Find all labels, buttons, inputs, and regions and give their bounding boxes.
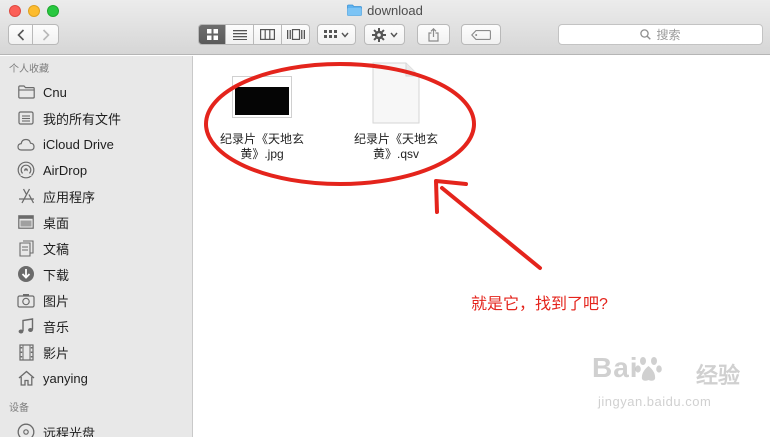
sidebar-item-label: iCloud Drive xyxy=(43,136,114,152)
sidebar-item-label: 影片 xyxy=(43,345,70,361)
sidebar-item-label: 桌面 xyxy=(43,215,70,231)
film-icon xyxy=(17,343,35,361)
cover-flow-icon xyxy=(286,29,305,40)
icon-view-button[interactable] xyxy=(198,24,226,45)
sidebar-item-label: 我的所有文件 xyxy=(43,111,122,127)
sidebar-item-all-files[interactable]: 我的所有文件 xyxy=(0,106,192,130)
chevron-right-icon xyxy=(42,28,50,41)
sidebar-item-label: 远程光盘 xyxy=(43,425,96,437)
sidebar-item-label: 文稿 xyxy=(43,241,70,257)
devices-header: 设备 xyxy=(9,403,29,414)
sidebar-item-cnu[interactable]: Cnu xyxy=(0,80,192,104)
watermark-url: jingyan.baidu.com xyxy=(598,394,712,409)
folder-icon xyxy=(347,4,363,16)
file-name: 纪录片《天地玄 黄》.jpg xyxy=(218,132,306,162)
share-icon xyxy=(428,27,439,42)
favorites-header: 个人收藏 xyxy=(9,64,49,75)
baidu-watermark: Bai 经验 jingyan.baidu.com xyxy=(592,352,762,422)
edit-tags-button[interactable] xyxy=(461,24,501,45)
arrange-grid-icon xyxy=(324,29,337,38)
file-item-jpg[interactable]: 纪录片《天地玄 黄》.jpg xyxy=(218,70,306,170)
sidebar-item-documents[interactable]: 文稿 xyxy=(0,236,192,260)
cloud-icon xyxy=(17,135,35,153)
sidebar-item-desktop[interactable]: 桌面 xyxy=(0,210,192,234)
desktop-icon xyxy=(17,213,35,231)
tag-icon xyxy=(471,29,491,40)
file-name-line1: 纪录片《天地玄 xyxy=(219,132,304,146)
chevron-down-icon xyxy=(341,32,349,38)
sidebar-item-label: AirDrop xyxy=(43,162,88,178)
list-view-icon xyxy=(232,30,247,40)
sidebar-item-label: 图片 xyxy=(43,293,70,309)
applications-icon xyxy=(17,187,35,205)
sidebar-item-applications[interactable]: 应用程序 xyxy=(0,184,192,208)
sidebar-item-music[interactable]: 音乐 xyxy=(0,314,192,338)
sidebar-item-label: 下载 xyxy=(43,267,70,283)
file-name: 纪录片《天地玄 黄》.qsv xyxy=(352,132,440,162)
watermark-sub: 经验 xyxy=(696,363,741,388)
paw-icon xyxy=(635,357,662,381)
airdrop-icon xyxy=(17,161,35,179)
cover-flow-view-button[interactable] xyxy=(282,24,310,45)
sidebar-item-label: 应用程序 xyxy=(43,189,96,205)
sidebar: 个人收藏 Cnu 我的所有文件 iCloud Drive AirDrop 应用程… xyxy=(0,56,193,437)
search-icon xyxy=(640,29,652,40)
share-button[interactable] xyxy=(417,24,450,45)
action-menu-button[interactable] xyxy=(364,24,405,45)
file-item-qsv[interactable]: 纪录片《天地玄 黄》.qsv xyxy=(352,62,440,170)
view-mode-selector xyxy=(198,24,310,45)
window-title: download xyxy=(0,3,770,19)
chevron-down-icon xyxy=(389,32,398,38)
column-view-button[interactable] xyxy=(254,24,282,45)
image-thumbnail-icon xyxy=(232,76,292,123)
forward-button[interactable] xyxy=(33,24,59,45)
document-icon xyxy=(372,62,420,129)
watermark-brand: Bai xyxy=(592,352,639,383)
sidebar-item-remote-disc[interactable]: 远程光盘 xyxy=(0,420,192,437)
file-name-line1: 纪录片《天地玄 xyxy=(353,132,438,146)
sidebar-item-label: 音乐 xyxy=(43,319,70,335)
download-icon xyxy=(17,265,35,283)
sidebar-item-airdrop[interactable]: AirDrop xyxy=(0,158,192,182)
sidebar-item-movies[interactable]: 影片 xyxy=(0,340,192,364)
disc-icon xyxy=(17,423,35,437)
sidebar-item-pictures[interactable]: 图片 xyxy=(0,288,192,312)
icon-view-icon xyxy=(206,29,218,40)
documents-icon xyxy=(17,239,35,257)
music-icon xyxy=(17,317,35,335)
file-name-line2: 黄》.qsv xyxy=(372,147,419,161)
sidebar-item-yanying[interactable]: yanying xyxy=(0,366,192,390)
arrange-button[interactable] xyxy=(317,24,356,45)
window-toolbar: download 搜索 xyxy=(0,0,770,55)
camera-icon xyxy=(17,291,35,309)
search-field[interactable]: 搜索 xyxy=(558,24,763,45)
search-placeholder: 搜索 xyxy=(656,28,681,42)
window-title-text: download xyxy=(367,3,423,18)
sidebar-item-icloud-drive[interactable]: iCloud Drive xyxy=(0,132,192,156)
column-view-icon xyxy=(260,29,275,40)
home-icon xyxy=(17,369,35,387)
file-name-line2: 黄》.jpg xyxy=(240,147,284,161)
all-files-icon xyxy=(17,109,35,127)
sidebar-item-label: Cnu xyxy=(43,84,67,100)
list-view-button[interactable] xyxy=(226,24,254,45)
annotation-text: 就是它，找到了吧? xyxy=(471,296,608,313)
sidebar-item-label: yanying xyxy=(43,370,88,386)
chevron-left-icon xyxy=(16,28,24,41)
folder-icon xyxy=(17,83,35,101)
sidebar-item-downloads[interactable]: 下载 xyxy=(0,262,192,286)
back-button[interactable] xyxy=(8,24,33,45)
gear-icon xyxy=(371,27,386,42)
